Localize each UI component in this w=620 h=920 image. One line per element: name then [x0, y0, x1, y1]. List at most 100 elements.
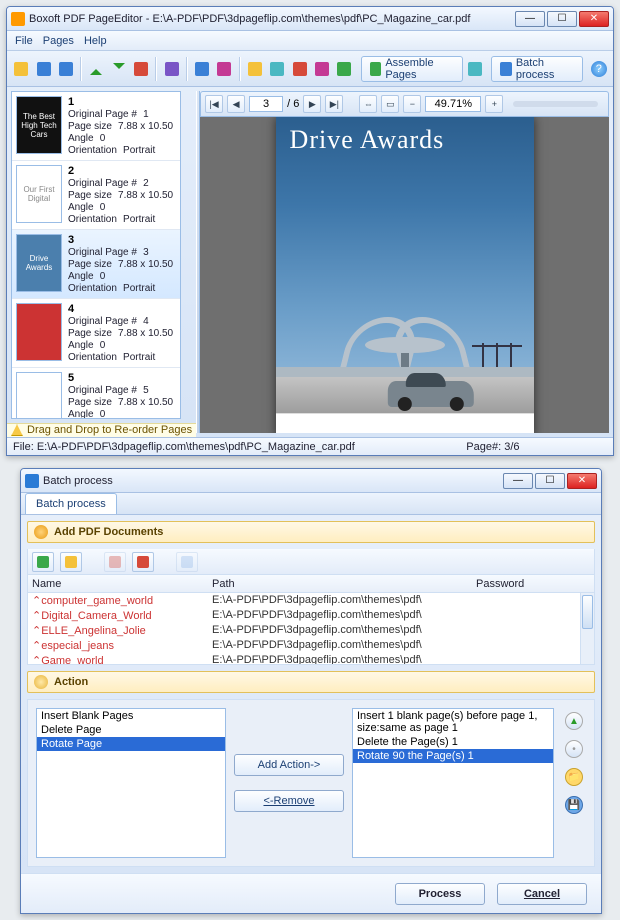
toolbar-save-icon[interactable]	[33, 57, 53, 81]
thumb-row-4[interactable]: 4Original Page # 4Page size 7.88 x 10.50…	[12, 299, 180, 368]
total-pages-label: / 6	[287, 98, 299, 110]
thumb-meta: 5Original Page # 5Page size 7.88 x 10.50…	[68, 372, 173, 419]
assemble-pages-label: Assemble Pages	[385, 57, 454, 81]
add-action-button[interactable]: Add Action->	[234, 754, 344, 776]
minimize-button[interactable]: —	[503, 473, 533, 489]
toolbar-paste-icon[interactable]	[214, 57, 234, 81]
file-row[interactable]: ⌃Game_worldE:\A-PDF\PDF\3dpageflip.com\t…	[28, 653, 580, 664]
toolbar-copy-icon[interactable]	[192, 57, 212, 81]
available-action-item[interactable]: Delete Page	[37, 723, 225, 737]
file-list[interactable]: Name Path Password ⌃computer_game_worldE…	[27, 575, 595, 665]
file-row[interactable]: ⌃Digital_Camera_WorldE:\A-PDF\PDF\3dpage…	[28, 608, 580, 623]
toolbar-delete-icon[interactable]	[289, 57, 309, 81]
toolbar-cut-icon[interactable]	[161, 57, 181, 81]
available-action-item[interactable]: Insert Blank Pages	[37, 709, 225, 723]
thumb-row-5[interactable]: 5Original Page # 5Page size 7.88 x 10.50…	[12, 368, 180, 419]
batch-process-label: Batch process	[516, 57, 574, 81]
gear-icon	[500, 62, 512, 76]
toolbar-misc-icon[interactable]	[334, 57, 354, 81]
toolbar-extract-icon[interactable]	[267, 57, 287, 81]
batch-title-bar[interactable]: Batch process — ☐ ✕	[21, 469, 601, 493]
page-thumbnails-panel[interactable]: The Best High Tech Cars1Original Page # …	[11, 91, 181, 419]
toolbar-move-up-icon[interactable]	[86, 57, 106, 81]
file-row[interactable]: ⌃ELLE_Angelina_JolieE:\A-PDF\PDF\3dpagef…	[28, 623, 580, 638]
script-action-item[interactable]: Insert 1 blank page(s) before page 1, si…	[353, 709, 553, 735]
page-canvas[interactable]: Drive Awards	[200, 117, 609, 433]
zoom-slider[interactable]	[513, 101, 598, 107]
close-button[interactable]: ✕	[579, 11, 609, 27]
toolbar-move-down-icon[interactable]	[109, 57, 129, 81]
toolbar-sort-icon[interactable]	[131, 57, 151, 81]
current-page-input[interactable]	[249, 96, 283, 112]
fit-width-button[interactable]: ⇔	[359, 95, 377, 113]
thumb-meta: 3Original Page # 3Page size 7.88 x 10.50…	[68, 234, 173, 294]
available-action-item[interactable]: Rotate Page	[37, 737, 225, 751]
file-list-scrollbar[interactable]	[580, 593, 594, 664]
thumb-row-2[interactable]: Our First Digital2Original Page # 2Page …	[12, 161, 180, 230]
action-script-list[interactable]: Insert 1 blank page(s) before page 1, si…	[352, 708, 554, 858]
script-side-buttons: ▲ • 📁 💾	[562, 708, 586, 858]
maximize-button[interactable]: ☐	[535, 473, 565, 489]
col-name[interactable]: Name	[32, 578, 212, 590]
drag-drop-hint-text: Drag and Drop to Re-order Pages	[27, 424, 192, 436]
pdf-page-editor-window: Boxoft PDF PageEditor - E:\A-PDF\PDF\3dp…	[6, 6, 614, 456]
toolbar-open-icon[interactable]	[11, 57, 31, 81]
tab-batch-process[interactable]: Batch process	[25, 493, 117, 514]
help-icon[interactable]: ?	[589, 57, 609, 81]
clear-files-button[interactable]	[132, 552, 154, 572]
thumb-meta: 1Original Page # 1Page size 7.88 x 10.50…	[68, 96, 173, 156]
file-row[interactable]: ⌃computer_game_worldE:\A-PDF\PDF\3dpagef…	[28, 593, 580, 608]
app-icon	[25, 474, 39, 488]
move-neutral-button[interactable]: •	[565, 740, 583, 758]
menu-help[interactable]: Help	[84, 35, 107, 47]
open-script-button[interactable]: 📁	[565, 768, 583, 786]
move-up-button[interactable]: ▲	[565, 712, 583, 730]
close-button[interactable]: ✕	[567, 473, 597, 489]
toolbar-saveas-icon[interactable]	[56, 57, 76, 81]
process-button[interactable]: Process	[395, 883, 485, 905]
minimize-button[interactable]: —	[515, 11, 545, 27]
window-title: Boxoft PDF PageEditor - E:\A-PDF\PDF\3dp…	[29, 13, 515, 25]
first-page-button[interactable]: |◀	[205, 95, 223, 113]
remove-action-button[interactable]: <-Remove	[234, 790, 344, 812]
maximize-button[interactable]: ☐	[547, 11, 577, 27]
thumb-row-1[interactable]: The Best High Tech Cars1Original Page # …	[12, 92, 180, 161]
script-action-item[interactable]: Rotate 90 the Page(s) 1	[353, 749, 553, 763]
batch-window-title: Batch process	[43, 475, 503, 487]
menu-bar: File Pages Help	[7, 31, 613, 51]
rendered-page: Drive Awards	[276, 117, 534, 433]
grid-icon	[370, 62, 382, 76]
prev-page-button[interactable]: ◀	[227, 95, 245, 113]
col-password[interactable]: Password	[476, 578, 576, 590]
batch-process-window: Batch process — ☐ ✕ Batch process Add PD…	[20, 468, 602, 914]
page-heading: Drive Awards	[290, 125, 445, 155]
toolbar-rotate-icon[interactable]	[312, 57, 332, 81]
title-bar[interactable]: Boxoft PDF PageEditor - E:\A-PDF\PDF\3dp…	[7, 7, 613, 31]
remove-file-button[interactable]	[104, 552, 126, 572]
next-page-button[interactable]: ▶	[303, 95, 321, 113]
zoom-percent-field[interactable]: 49.71%	[425, 96, 481, 112]
zoom-in-button[interactable]: +	[485, 95, 503, 113]
toolbar-insert-icon[interactable]	[245, 57, 265, 81]
add-pdf-section-label: Add PDF Documents	[54, 526, 163, 538]
thumb-row-3[interactable]: Drive Awards3Original Page # 3Page size …	[12, 230, 180, 299]
col-path[interactable]: Path	[212, 578, 476, 590]
menu-file[interactable]: File	[15, 35, 33, 47]
add-folder-button[interactable]	[60, 552, 82, 572]
toolbar-refresh-icon[interactable]	[465, 57, 485, 81]
app-icon	[11, 12, 25, 26]
main-toolbar: Assemble Pages Batch process ?	[7, 51, 613, 87]
zoom-out-button[interactable]: −	[403, 95, 421, 113]
batch-process-button[interactable]: Batch process	[491, 56, 582, 82]
script-action-item[interactable]: Delete the Page(s) 1	[353, 735, 553, 749]
save-script-button[interactable]: 💾	[565, 796, 583, 814]
fit-page-button[interactable]: ▭	[381, 95, 399, 113]
last-page-button[interactable]: ▶|	[325, 95, 343, 113]
file-row[interactable]: ⌃especial_jeansE:\A-PDF\PDF\3dpageflip.c…	[28, 638, 580, 653]
edit-file-button[interactable]	[176, 552, 198, 572]
cancel-button[interactable]: Cancel	[497, 883, 587, 905]
menu-pages[interactable]: Pages	[43, 35, 74, 47]
assemble-pages-button[interactable]: Assemble Pages	[361, 56, 463, 82]
add-file-button[interactable]	[32, 552, 54, 572]
available-actions-list[interactable]: Insert Blank PagesDelete PageRotate Page	[36, 708, 226, 858]
